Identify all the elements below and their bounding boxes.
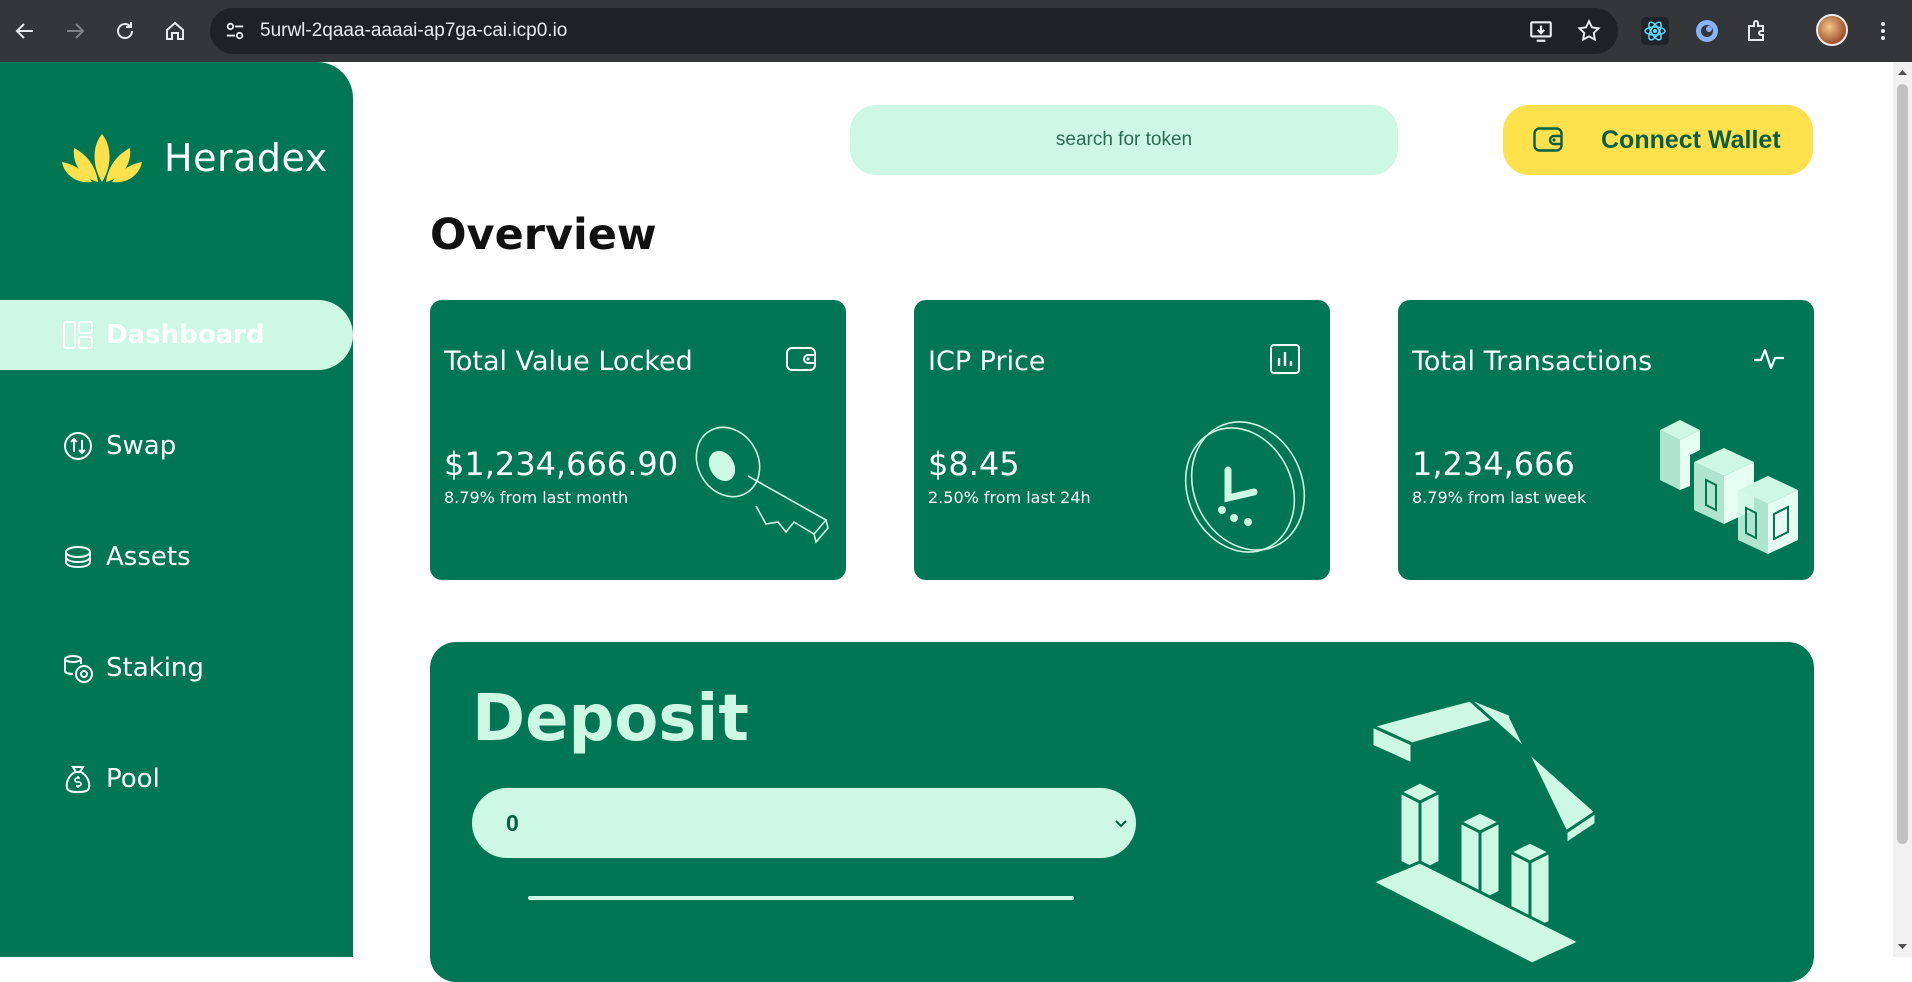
search-input[interactable] (850, 105, 1398, 175)
sidebar-item-label: Assets (106, 542, 191, 572)
scroll-up-icon[interactable] (1897, 67, 1908, 78)
stat-card-transactions: Total Transactions 1,234,666 8.79% from … (1398, 300, 1814, 580)
lotus-logo-icon (62, 134, 142, 183)
connect-wallet-button[interactable]: Connect Wallet (1503, 105, 1813, 175)
deposit-divider (528, 896, 1074, 900)
deposit-token-select[interactable]: 0 (472, 788, 1136, 858)
scroll-down-icon[interactable] (1897, 941, 1908, 952)
sidebar-item-dashboard[interactable]: Dashboard (0, 300, 353, 370)
sidebar-item-label: Swap (106, 431, 177, 461)
card-title: ICP Price (928, 346, 1046, 377)
brand-name: Heradex (164, 136, 328, 180)
card-value: $1,234,666.90 (444, 445, 679, 483)
bookmark-star-icon[interactable] (1576, 18, 1602, 49)
swap-icon (62, 430, 94, 462)
stat-card-icp-price: ICP Price $8.45 2.50% from last 24h (914, 300, 1330, 580)
staking-icon (62, 652, 94, 684)
sidebar: Heradex Dashboard Swap Assets Staking Po… (0, 62, 353, 957)
bar-chart-icon (1270, 344, 1300, 374)
money-bag-icon (62, 763, 94, 795)
coin-illustration (1184, 421, 1306, 553)
reload-icon[interactable] (100, 0, 150, 62)
card-title: Total Transactions (1412, 346, 1653, 377)
browser-toolbar: 5urwl-2qaaa-aaaai-ap7ga-cai.icp0.io (0, 0, 1912, 62)
activity-icon (1754, 348, 1784, 370)
dashboard-icon (62, 319, 94, 351)
extension-swirl-icon[interactable] (1690, 14, 1724, 48)
card-change: 8.79% from last week (1412, 488, 1587, 507)
sidebar-item-pool[interactable]: Pool (0, 744, 353, 814)
deposit-select-value: 0 (506, 809, 519, 836)
profile-avatar[interactable] (1816, 14, 1848, 46)
address-bar[interactable]: 5urwl-2qaaa-aaaai-ap7ga-cai.icp0.io (210, 8, 1618, 54)
stat-card-tvl: Total Value Locked $1,234,666.90 8.79% f… (430, 300, 846, 580)
extensions-puzzle-icon[interactable] (1740, 14, 1774, 48)
sidebar-item-label: Pool (106, 764, 160, 794)
react-devtools-icon[interactable] (1638, 14, 1672, 48)
sidebar-item-label: Dashboard (106, 320, 265, 350)
page-scrollbar[interactable] (1893, 62, 1912, 957)
card-change: 2.50% from last 24h (928, 488, 1091, 507)
card-change: 8.79% from last month (444, 488, 629, 507)
brand-logo[interactable]: Heradex (62, 132, 328, 184)
site-info-icon[interactable] (210, 20, 260, 42)
install-app-icon[interactable] (1528, 18, 1554, 49)
key-illustration (695, 426, 829, 544)
page-title: Overview (430, 210, 657, 260)
deposit-panel: Deposit 0 (430, 642, 1814, 982)
wallet-icon (786, 347, 816, 371)
sidebar-item-swap[interactable]: Swap (0, 411, 353, 481)
coins-icon (62, 541, 94, 573)
forward-icon[interactable] (50, 0, 100, 62)
deposit-title: Deposit (472, 682, 749, 756)
card-value: $8.45 (928, 445, 1020, 483)
browser-menu-icon[interactable] (1866, 14, 1900, 48)
sidebar-item-staking[interactable]: Staking (0, 633, 353, 703)
scrollbar-thumb[interactable] (1897, 84, 1908, 844)
sidebar-item-assets[interactable]: Assets (0, 522, 353, 592)
wallet-icon (1533, 127, 1563, 152)
home-icon[interactable] (150, 0, 200, 62)
connect-wallet-label: Connect Wallet (1601, 125, 1781, 154)
card-title: Total Value Locked (444, 346, 693, 377)
url-text[interactable]: 5urwl-2qaaa-aaaai-ap7ga-cai.icp0.io (260, 20, 567, 42)
chevron-down-icon (1115, 820, 1127, 828)
blocks-illustration (1660, 420, 1798, 554)
card-value: 1,234,666 (1412, 445, 1575, 483)
bank-illustration (1367, 698, 1599, 966)
back-icon[interactable] (0, 0, 50, 62)
sidebar-item-label: Staking (106, 653, 204, 683)
